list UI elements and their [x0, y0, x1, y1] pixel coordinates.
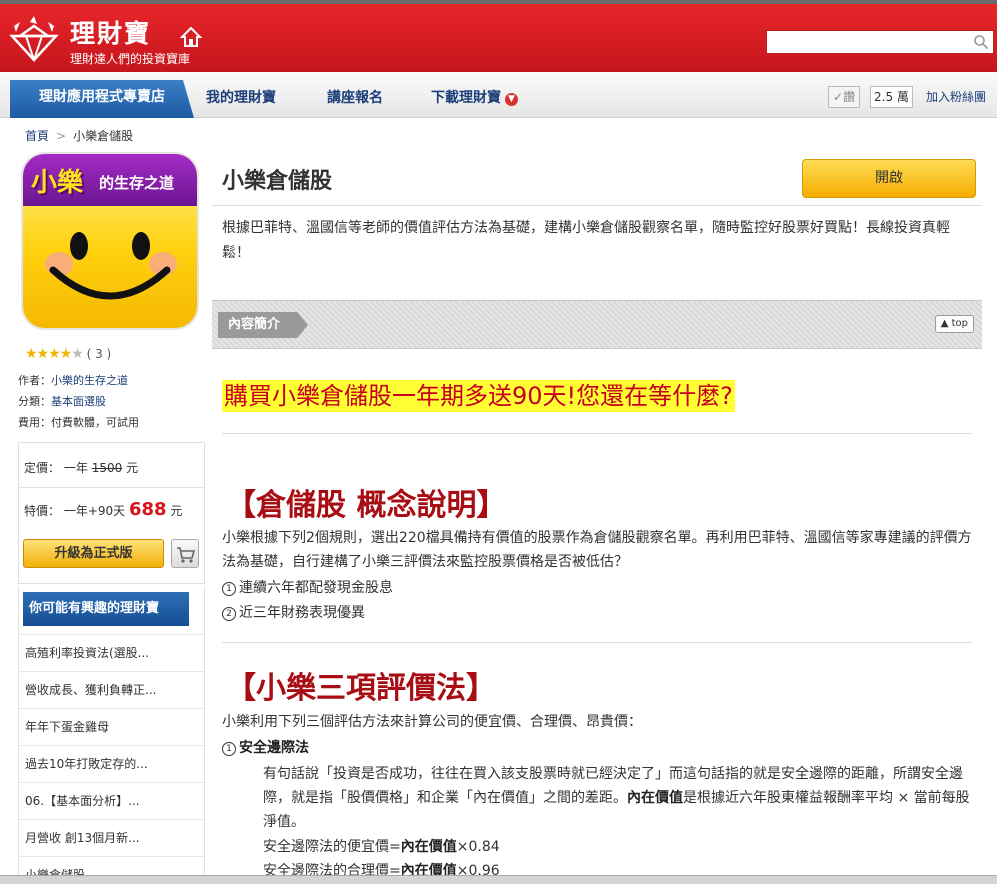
download-arrow-icon: ▼: [505, 93, 518, 106]
like-button[interactable]: ✓讚: [828, 86, 861, 108]
related-app-item[interactable]: 過去10年打敗定存的...: [19, 745, 204, 782]
nav-my-apps[interactable]: 我的理財寶: [206, 87, 276, 107]
rating-stars-icon: ★★★★★: [25, 346, 84, 362]
top-label: top: [951, 318, 968, 329]
list-price-period: 一年: [63, 461, 88, 475]
related-app-item[interactable]: 年年下蛋金雞母: [19, 708, 204, 745]
list-price-unit: 元: [126, 461, 139, 475]
rule-2-text: 近三年財務表現優異: [239, 605, 365, 621]
breadcrumb-home[interactable]: 首頁: [25, 129, 49, 143]
related-apps-title: 你可能有興趣的理財寶: [23, 592, 189, 626]
method-1-title: 安全邊際法: [239, 740, 309, 756]
category-row: 分類：基本面選股: [18, 393, 106, 409]
price-box: 定價： 一年 1500 元 特價： 一年+90天 688 元 升級為正式版: [18, 442, 205, 584]
app-intro: 根據巴菲特、溫國信等老師的價值評估方法為基礎，建構小樂倉儲股觀察名單，隨時監控好…: [222, 220, 950, 261]
list-price-label: 定價：: [24, 461, 61, 475]
section-label: 內容簡介: [218, 312, 308, 338]
rule-1: 1 連續六年都配發現金股息: [222, 576, 972, 600]
special-price-value: 688: [129, 499, 167, 520]
related-app-item[interactable]: 06.【基本面分析】...: [19, 782, 204, 819]
site-header: 理財寶 理財達人們的投資寶庫: [0, 0, 997, 72]
special-price-label: 特價：: [24, 504, 61, 518]
list-price-value: 1500: [91, 461, 123, 475]
like-count: 2.5 萬: [870, 86, 913, 108]
breadcrumb-separator: >: [56, 129, 67, 143]
upgrade-button[interactable]: 升級為正式版: [23, 539, 164, 568]
breadcrumb: 首頁 > 小樂倉儲股: [25, 127, 133, 144]
rule-1-text: 連續六年都配發現金股息: [239, 580, 393, 596]
method-1-number: 1: [222, 742, 236, 756]
section-bar: 內容簡介 ▲ top: [212, 300, 982, 349]
heading-concept: 【倉儲股 概念說明】: [226, 488, 507, 523]
category-link[interactable]: 基本面選股: [51, 395, 106, 408]
methods-paragraph: 小樂利用下列三個評估方法來計算公司的便宜價、合理價、昂貴價：: [222, 714, 642, 730]
diamond-logo-icon[interactable]: [6, 12, 62, 64]
breadcrumb-current: 小樂倉儲股: [73, 129, 134, 143]
rule-1-number: 1: [222, 582, 236, 596]
search-icon[interactable]: [973, 34, 989, 50]
concept-divider: [222, 642, 972, 643]
tab-app-store[interactable]: 理財應用程式專賣店: [10, 80, 194, 118]
nav-download[interactable]: 下載理財寶 ▼: [431, 87, 518, 107]
author-label: 作者：: [18, 374, 51, 387]
special-price: 特價： 一年+90天 688 元: [24, 499, 182, 520]
app-icon-text-main: 小樂: [31, 168, 84, 198]
cheap-bold: 內在價值: [400, 839, 457, 855]
rule-2: 2 近三年財務表現優異: [222, 601, 972, 625]
heading-methods: 【小樂三項評價法】: [226, 671, 496, 706]
open-button[interactable]: 開啟: [802, 159, 976, 198]
rule-2-number: 2: [222, 607, 236, 621]
rating: ★★★★★ ( 3 ): [25, 346, 111, 362]
special-price-unit: 元: [170, 504, 183, 518]
author-link[interactable]: 小樂的生存之道: [51, 374, 128, 387]
join-fans-link[interactable]: 加入粉絲團: [926, 88, 986, 105]
method-1-desc-bold: 內在價值: [627, 790, 683, 806]
logo-subtitle: 理財達人們的投資寶庫: [70, 52, 191, 66]
main-nav: 理財應用程式專賣店 我的理財寶 講座報名 下載理財寶 ▼ ✓讚 2.5 萬 加入粉…: [0, 72, 997, 118]
related-apps-panel: 你可能有興趣的理財寶 高殖利率投資法(選股... 營收成長、獲利負轉正... 年…: [18, 586, 205, 883]
fee-label: 費用：: [18, 416, 51, 429]
rating-count: ( 3 ): [86, 347, 112, 361]
list-price: 定價： 一年 1500 元: [24, 459, 138, 476]
related-app-item[interactable]: 營收成長、獲利負轉正...: [19, 671, 204, 708]
cheap-suffix: ×0.84: [456, 839, 500, 855]
title-divider: [212, 205, 982, 206]
search-input[interactable]: [766, 30, 994, 54]
related-app-item[interactable]: 月營收 創13個月新...: [19, 819, 204, 856]
nav-download-label: 下載理財寶: [431, 90, 501, 106]
promo-highlight: 購買小樂倉儲股一年期多送90天!您還在等什麼?: [222, 380, 735, 412]
app-title: 小樂倉儲股: [222, 169, 333, 194]
fee-value: 付費軟體，可試用: [51, 416, 139, 429]
home-icon[interactable]: [180, 26, 202, 48]
cart-icon: [177, 547, 196, 563]
author-row: 作者：小樂的生存之道: [18, 372, 128, 388]
category-label: 分類：: [18, 395, 51, 408]
fee-row: 費用：付費軟體，可試用: [18, 414, 139, 430]
method-1-description: 有句話說「投資是否成功，往往在買入該支股票時就已經決定了」而這句話指的就是安全邊…: [263, 762, 973, 834]
back-to-top-button[interactable]: ▲ top: [934, 315, 974, 333]
promo-divider: [222, 433, 972, 434]
cheap-prefix: 安全邊際法的便宜價=: [263, 839, 401, 855]
cart-button[interactable]: [171, 539, 199, 568]
related-app-item[interactable]: 高殖利率投資法(選股...: [19, 634, 204, 671]
price-divider: [19, 487, 204, 488]
nav-seminar[interactable]: 講座報名: [327, 87, 383, 107]
like-label: 讚: [843, 90, 856, 104]
concept-paragraph: 小樂根據下列2個規則，選出220檔具備持有價值的股票作為倉儲股觀察名單。再利用巴…: [222, 530, 972, 570]
app-icon: 小樂 的生存之道: [23, 154, 197, 328]
logo-title[interactable]: 理財寶: [70, 14, 151, 50]
up-arrow-icon: ▲: [940, 318, 949, 329]
app-icon-text-rest: 的生存之道: [99, 174, 175, 192]
method-1: 1 安全邊際法: [222, 736, 972, 760]
cheap-price-formula: 安全邊際法的便宜價=內在價值×0.84: [263, 835, 973, 859]
special-price-period: 一年+90天: [63, 504, 126, 518]
